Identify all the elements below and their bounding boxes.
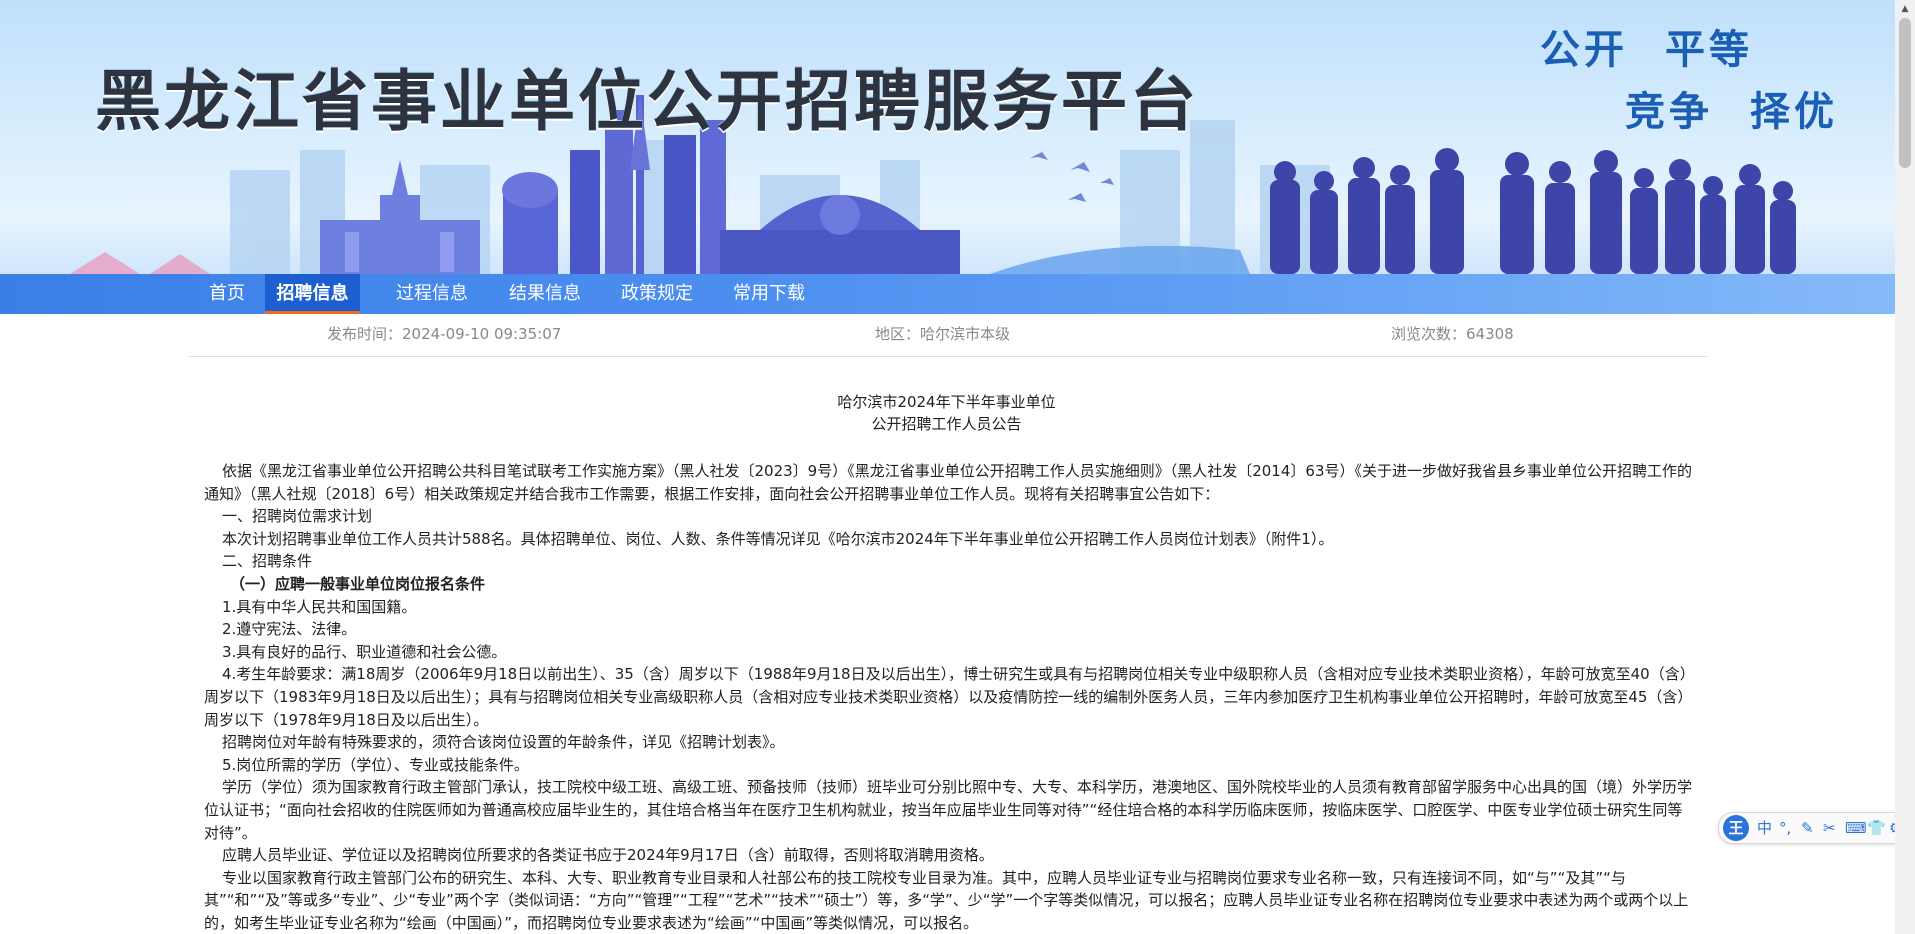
slogan-open: 公开 (1540, 27, 1628, 73)
article-meta: 发布时间：2024-09-10 09:35:07 地区：哈尔滨市本级 浏览次数：… (188, 314, 1708, 357)
ime-screenshot-icon[interactable]: ✂ (1823, 818, 1836, 838)
header-banner: 黑龙江省事业单位公开招聘服务平台 公开 平等 竞争 择优 (0, 0, 1895, 274)
section-heading: 一、招聘岗位需求计划 (222, 507, 373, 526)
slogan-equal: 平等 (1665, 27, 1753, 73)
vertical-scrollbar[interactable]: ▲ (1895, 0, 1915, 934)
slogan-compete: 竞争 (1625, 89, 1713, 135)
ime-skin-icon[interactable]: 👕 (1867, 818, 1886, 838)
ime-handwriting-icon[interactable]: ✎ (1801, 818, 1814, 838)
paragraph: 专业以国家教育行政主管部门公布的研究生、本科、大专、职业教育专业目录和人社部公布… (204, 868, 1689, 932)
nav-process-info[interactable]: 过程信息 (387, 274, 477, 314)
paragraph: 4.考生年龄要求：满18周岁（2006年9月18日以前出生）、35（含）周岁以下… (204, 665, 1693, 729)
view-count: 浏览次数：64308 (1391, 325, 1514, 343)
slogan-merit: 择优 (1750, 89, 1838, 135)
ime-punctuation-icon[interactable]: °, (1779, 818, 1791, 838)
paragraph: 学历（学位）须为国家教育行政主管部门承认，技工院校中级工班、高级工班、预备技师（… (204, 778, 1693, 842)
site-title: 黑龙江省事业单位公开招聘服务平台 (95, 63, 1199, 140)
scrollbar-thumb[interactable] (1899, 18, 1911, 168)
article-body: 依据《黑龙江省事业单位公开招聘公共科目笔试联考工作实施方案》（黑人社发〔2023… (204, 460, 1694, 934)
scroll-up-icon[interactable]: ▲ (1895, 0, 1915, 18)
ime-toolbar[interactable]: 王 中 °, ✎ ✂ ⌨ 👕 ⚙ (1718, 812, 1912, 844)
nav-downloads[interactable]: 常用下载 (724, 274, 814, 314)
article-title: 哈尔滨市2024年下半年事业单位 公开招聘工作人员公告 (204, 391, 1689, 435)
region: 地区：哈尔滨市本级 (875, 325, 1011, 343)
paragraph: 5.岗位所需的学历（学位）、专业或技能条件。 (222, 755, 529, 774)
paragraph: 依据《黑龙江省事业单位公开招聘公共科目笔试联考工作实施方案》（黑人社发〔2023… (204, 462, 1692, 503)
ime-keyboard-icon[interactable]: ⌨ (1845, 818, 1867, 838)
nav-home[interactable]: 首页 (196, 274, 258, 314)
paragraph: 2.遵守宪法、法律。 (222, 620, 357, 639)
section-heading: 二、招聘条件 (222, 552, 313, 571)
paragraph: 1.具有中华人民共和国国籍。 (222, 597, 417, 616)
subsection-heading: （一）应聘一般事业单位岗位报名条件 (230, 574, 486, 593)
article-title-line: 哈尔滨市2024年下半年事业单位 (837, 393, 1056, 411)
ime-chinese-mode-button[interactable]: 中 (1757, 818, 1772, 838)
article-title-line: 公开招聘工作人员公告 (871, 415, 1022, 433)
ime-logo-icon[interactable]: 王 (1723, 815, 1749, 841)
nav-policy[interactable]: 政策规定 (612, 274, 702, 314)
publish-time: 发布时间：2024-09-10 09:35:07 (327, 325, 562, 343)
paragraph: 本次计划招聘事业单位工作人员共计588名。具体招聘单位、岗位、人数、条件等情况详… (222, 529, 1334, 548)
paragraph: 3.具有良好的品行、职业道德和社会公德。 (222, 642, 507, 661)
paragraph: 应聘人员毕业证、学位证以及招聘岗位所要求的各类证书应于2024年9月17日（含）… (222, 846, 994, 865)
nav-recruitment-info[interactable]: 招聘信息 (265, 274, 360, 314)
main-nav: 首页 招聘信息 过程信息 结果信息 政策规定 常用下载 (0, 274, 1895, 314)
nav-result-info[interactable]: 结果信息 (500, 274, 590, 314)
paragraph: 招聘岗位对年龄有特殊要求的，须符合该岗位设置的年龄条件，详见《招聘计划表》。 (222, 733, 785, 752)
